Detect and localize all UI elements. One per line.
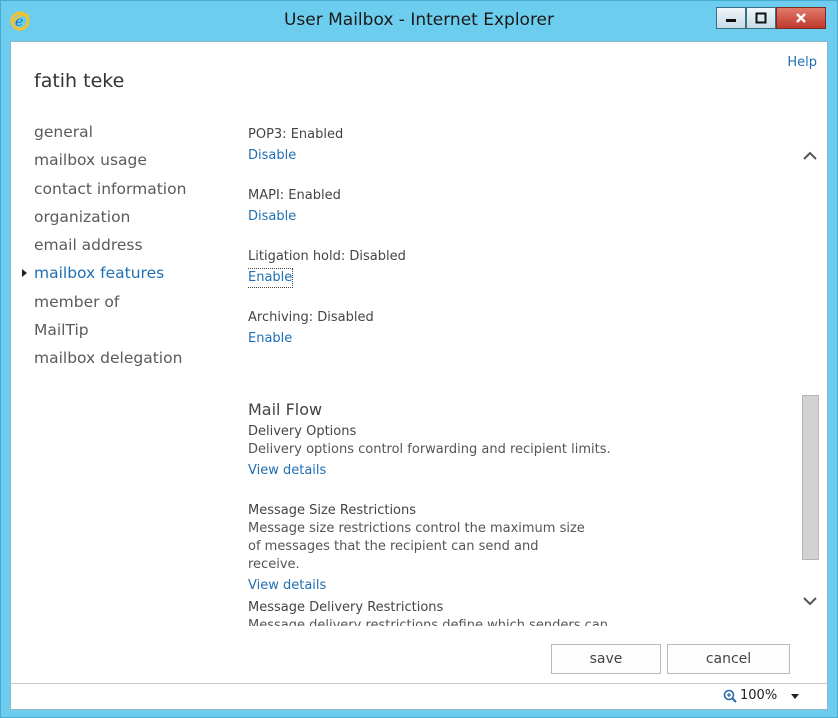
sidebar-item-mailbox-usage[interactable]: mailbox usage [21,148,221,176]
zoom-icon [723,689,737,703]
sidebar-item-label: email address [34,236,143,255]
minimize-button[interactable] [716,7,746,29]
mail-flow-heading: Mail Flow [248,400,323,419]
block-title: Message Size Restrictions [248,503,417,518]
mailbox-features-pane: POP3: Enabled Disable MAPI: Enabled Disa… [248,126,798,626]
sidebar-item-contact-information[interactable]: contact information [21,177,221,205]
sidebar-item-mailtip[interactable]: MailTip [21,318,221,346]
delivery-options-block: Delivery Options Delivery options contro… [248,423,788,480]
zoom-dropdown-icon[interactable] [791,694,799,699]
sidebar-item-organization[interactable]: organization [21,205,221,233]
block-description: Message size restrictions control the ma… [248,521,585,572]
block-description: Delivery options control forwarding and … [248,442,611,457]
zoom-level: 100% [740,688,778,703]
page-title: fatih teke [34,70,125,92]
sidebar-item-label: mailbox delegation [34,349,183,368]
sidebar-item-email-address[interactable]: email address [21,233,221,261]
cancel-button[interactable]: cancel [667,644,790,674]
scroll-down-button[interactable] [801,593,819,607]
close-button[interactable] [776,7,826,29]
block-title: Message Delivery Restrictions [248,600,444,615]
sidebar-item-mailbox-features[interactable]: mailbox features [21,261,221,289]
browser-window: e User Mailbox - Internet Explorer Help … [0,0,838,718]
sidebar-item-general[interactable]: general [21,120,221,148]
scroll-up-button[interactable] [801,147,819,161]
feature-mapi: MAPI: Enabled Disable [248,187,798,248]
feature-pop3: POP3: Enabled Disable [248,126,798,187]
enable-litigation-hold-link[interactable]: Enable [248,268,294,288]
delivery-options-view-details-link[interactable]: View details [248,462,326,480]
sidebar-nav: general mailbox usage contact informatio… [21,120,221,375]
feature-status: MAPI: Enabled [248,188,341,203]
sidebar-item-label: mailbox usage [34,151,147,170]
help-link[interactable]: Help [787,55,817,70]
feature-status: Litigation hold: Disabled [248,249,406,264]
dialog-client-area: Help fatih teke general mailbox usage co… [10,41,828,710]
sidebar-item-label: MailTip [34,321,89,340]
sidebar-item-label: contact information [34,179,187,198]
close-icon [796,13,806,23]
disable-pop3-link[interactable]: Disable [248,147,296,165]
feature-status: POP3: Enabled [248,127,344,142]
status-bar: 100% [11,683,827,709]
selected-arrow-icon [22,269,27,278]
sidebar-item-label: general [34,123,93,141]
window-title: User Mailbox - Internet Explorer [283,10,555,30]
chevron-up-icon [803,151,817,160]
sidebar-item-label: member of [34,292,120,311]
block-description: Message delivery restrictions define whi… [248,618,608,626]
feature-litigation-hold: Litigation hold: Disabled Enable [248,248,798,309]
enable-archiving-link[interactable]: Enable [248,330,292,348]
message-delivery-restrictions-block: Message Delivery Restrictions Message de… [248,599,788,626]
sidebar-item-label: mailbox features [34,264,165,283]
zoom-control[interactable]: 100% [723,688,777,703]
maximize-icon [755,12,767,24]
minimize-icon [726,19,736,22]
sidebar-item-member-of[interactable]: member of [21,290,221,318]
feature-status: Archiving: Disabled [248,310,374,325]
scrollbar-thumb[interactable] [802,395,819,560]
feature-archiving: Archiving: Disabled Enable [248,309,798,370]
message-size-view-details-link[interactable]: View details [248,577,326,595]
disable-mapi-link[interactable]: Disable [248,208,296,226]
maximize-button[interactable] [746,7,776,29]
block-title: Delivery Options [248,424,357,439]
title-bar: e User Mailbox - Internet Explorer [1,1,837,41]
chevron-down-icon [803,597,817,606]
sidebar-item-mailbox-delegation[interactable]: mailbox delegation [21,346,221,374]
message-size-restrictions-block: Message Size Restrictions Message size r… [248,502,788,595]
sidebar-item-label: organization [34,207,131,226]
save-button[interactable]: save [551,644,661,674]
